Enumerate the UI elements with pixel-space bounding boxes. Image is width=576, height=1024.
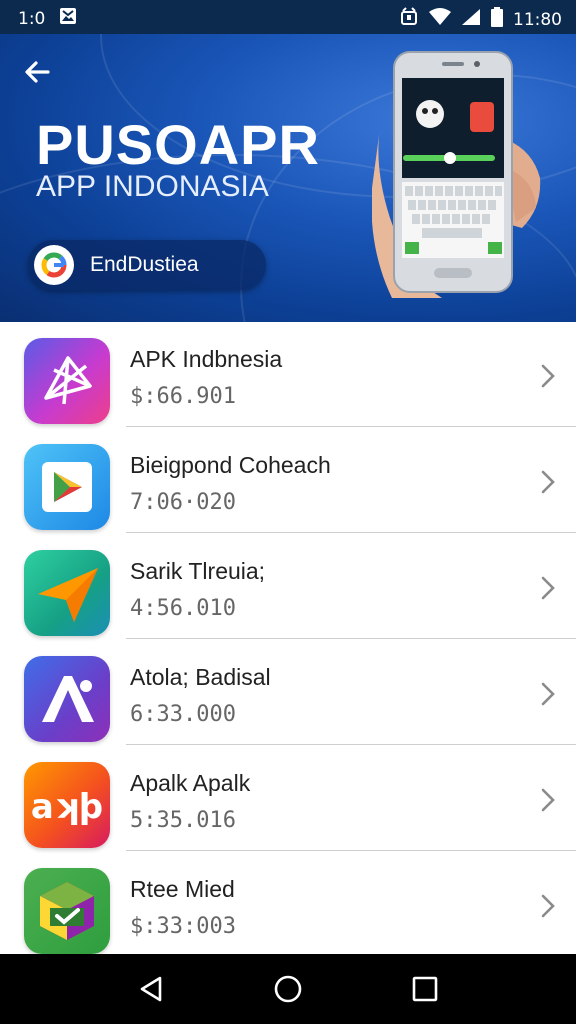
list-item[interactable]: Sarik Tlreuia; 4:56.010 — [0, 534, 576, 639]
list-item[interactable]: aʞþ Apalk Apalk 5:35.016 — [0, 746, 576, 851]
divider — [126, 532, 576, 533]
arrow-left-icon — [25, 61, 50, 83]
chevron-right-icon — [541, 682, 555, 706]
list-item[interactable]: Bieigpond Coheach 7:06·020 — [0, 428, 576, 533]
app-value: $:66.901 — [130, 384, 236, 409]
page-subtitle: APP INDONASIA — [36, 170, 269, 203]
list-item[interactable]: Atola; Badisal 6:33.000 — [0, 640, 576, 745]
phone-illustration — [371, 48, 542, 298]
nav-recents-button[interactable] — [410, 974, 440, 1004]
image-notification-icon — [59, 7, 77, 30]
home-circle-icon — [274, 975, 302, 1003]
status-bar: 1:0 11:80 — [0, 0, 576, 34]
back-triangle-icon — [140, 976, 162, 1002]
nav-back-button[interactable] — [136, 974, 166, 1004]
divider — [126, 850, 576, 851]
battery-icon — [491, 7, 503, 32]
app-name: Apalk Apalk — [130, 770, 251, 796]
app-name: Atola; Badisal — [130, 664, 271, 690]
status-time-right: 11:80 — [513, 9, 562, 30]
list-item[interactable]: Rtee Mied $:33:003 — [0, 852, 576, 954]
paper-plane-icon — [24, 550, 110, 636]
list-item[interactable]: APK Indbnesia $:66.901 — [0, 322, 576, 427]
apk-text-icon: aʞþ — [24, 762, 110, 848]
back-button[interactable] — [20, 54, 60, 90]
header-banner: PUSOAPR APP INDONASIA EndDustiea — [0, 34, 576, 322]
play-store-icon — [24, 444, 110, 530]
letter-a-icon — [24, 656, 110, 742]
chevron-right-icon — [541, 364, 555, 388]
app-value: 5:35.016 — [130, 808, 236, 833]
page-title: PUSOAPR — [36, 113, 320, 176]
nav-home-button[interactable] — [273, 974, 303, 1004]
wifi-icon — [429, 8, 451, 31]
app-value: 4:56.010 — [130, 596, 236, 621]
checkmark-cube-icon — [24, 868, 110, 954]
alarm-icon — [399, 7, 419, 32]
navigation-bar — [0, 954, 576, 1024]
status-left: 1:0 — [18, 7, 77, 30]
chevron-right-icon — [541, 894, 555, 918]
polygon-star-icon — [24, 338, 110, 424]
app-value: 6:33.000 — [130, 702, 236, 727]
recents-square-icon — [412, 976, 438, 1002]
source-chip[interactable]: EndDustiea — [28, 240, 266, 290]
app-name: Rtee Mied — [130, 876, 235, 902]
status-time-left: 1:0 — [18, 8, 46, 29]
divider — [126, 638, 576, 639]
app-name: APK Indbnesia — [130, 346, 283, 372]
signal-icon — [461, 8, 481, 31]
chevron-right-icon — [541, 470, 555, 494]
chevron-right-icon — [541, 788, 555, 812]
apk-icon-text: aʞþ — [31, 787, 103, 827]
status-right: 11:80 — [399, 7, 562, 32]
app-name: Bieigpond Coheach — [130, 452, 331, 478]
google-icon — [34, 245, 74, 285]
divider — [126, 744, 576, 745]
app-list: APK Indbnesia $:66.901 Bieigpond Coheach… — [0, 322, 576, 954]
divider — [126, 426, 576, 427]
app-value: $:33:003 — [130, 914, 236, 939]
chevron-right-icon — [541, 576, 555, 600]
app-name: Sarik Tlreuia; — [130, 558, 266, 584]
chip-label: EndDustiea — [90, 253, 199, 276]
app-value: 7:06·020 — [130, 490, 236, 515]
